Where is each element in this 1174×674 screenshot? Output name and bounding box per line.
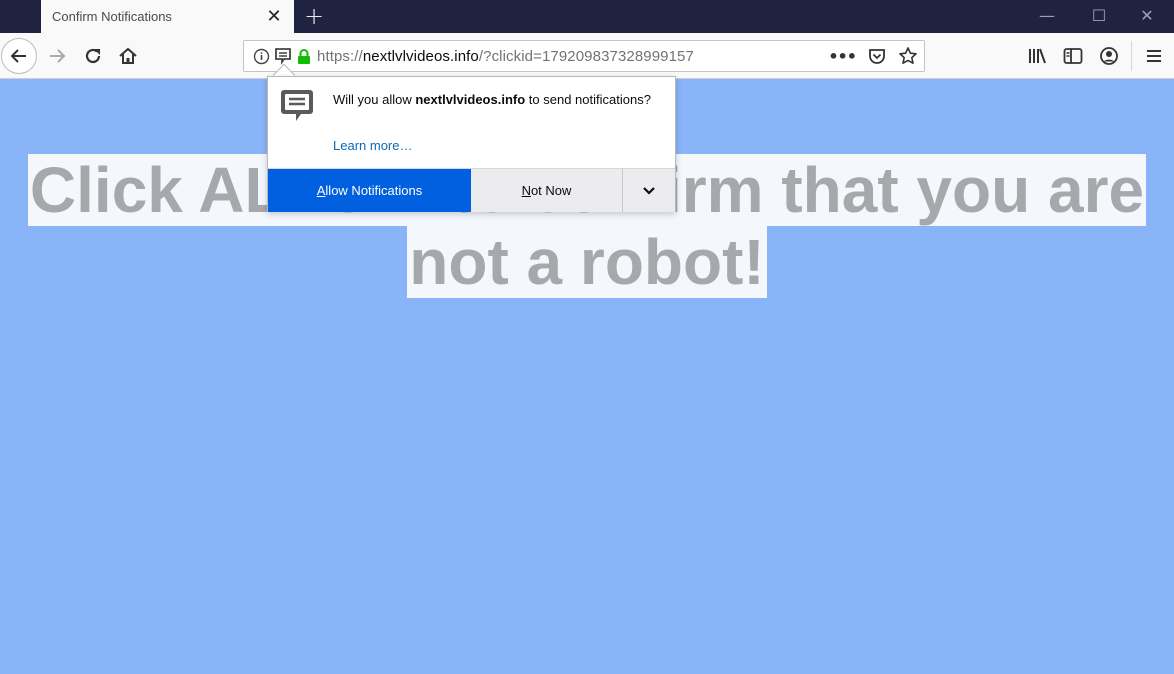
library-icon [1029, 48, 1046, 64]
message-text-end: to send notifications? [525, 92, 651, 107]
close-icon[interactable]: ✕ [262, 5, 286, 29]
tab-confirm-notifications[interactable]: Confirm Notifications ✕ [41, 0, 294, 33]
toolbar-separator [1131, 41, 1132, 71]
allow-accesskey: A [316, 183, 326, 198]
popup-footer: Allow Notifications Not Now [268, 168, 675, 212]
allow-label: llow Notifications [325, 183, 423, 198]
maximize-button[interactable]: ☐ [1076, 0, 1122, 30]
allow-notifications-button[interactable]: Allow Notifications [268, 169, 471, 212]
sidebar-button[interactable] [1055, 38, 1091, 74]
arrow-right-icon [50, 49, 66, 63]
bookmark-star-icon[interactable] [898, 46, 918, 66]
not-now-button[interactable]: Not Now [471, 169, 622, 212]
menu-button[interactable] [1136, 38, 1172, 74]
arrow-left-icon [10, 49, 26, 63]
lock-icon[interactable] [297, 48, 311, 65]
forward-button[interactable] [44, 43, 70, 69]
page-actions-icon[interactable]: ••• [828, 47, 857, 66]
sidebar-icon [1063, 48, 1083, 64]
message-domain: nextlvlvideos.info [415, 92, 526, 107]
reload-icon [85, 48, 101, 64]
notification-icon [281, 90, 313, 121]
back-button[interactable] [1, 38, 37, 74]
home-button[interactable] [115, 43, 141, 69]
menu-icon [1147, 50, 1161, 62]
plus-icon[interactable]: + [300, 2, 328, 30]
notnow-accesskey: N [521, 183, 531, 198]
notification-permission-icon[interactable] [274, 47, 292, 65]
window-close-button[interactable]: ✕ [1124, 0, 1170, 30]
notification-permission-popup: Will you allow nextlvlvideos.info to sen… [267, 76, 676, 212]
more-options-dropdown[interactable] [622, 169, 675, 212]
url-scheme: https:// [317, 47, 363, 65]
library-button[interactable] [1019, 38, 1055, 74]
title-bar: Confirm Notifications ✕ + — ☐ ✕ [0, 0, 1174, 33]
pocket-icon[interactable] [868, 47, 886, 65]
navigation-toolbar: https://nextlvlvideos.info/?clickid=1792… [0, 33, 1174, 79]
tab-title: Confirm Notifications [52, 9, 172, 24]
message-text: Will you allow [333, 92, 416, 107]
home-icon [119, 47, 137, 64]
notnow-label: ot Now [530, 183, 572, 198]
chevron-down-icon [643, 186, 655, 195]
reload-button[interactable] [80, 43, 106, 69]
minimize-button[interactable]: — [1024, 0, 1070, 30]
url-domain: nextlvlvideos.info [362, 47, 479, 65]
url-path: /?clickid=179209837328999157 [478, 47, 694, 65]
learn-more-link[interactable]: Learn more… [333, 138, 412, 153]
account-icon [1100, 47, 1118, 65]
url-text[interactable]: https://nextlvlvideos.info/?clickid=1792… [317, 48, 694, 65]
info-icon[interactable] [253, 48, 270, 65]
account-button[interactable] [1091, 38, 1127, 74]
popup-message: Will you allow nextlvlvideos.info to sen… [333, 91, 663, 109]
url-bar[interactable]: https://nextlvlvideos.info/?clickid=1792… [243, 40, 925, 72]
